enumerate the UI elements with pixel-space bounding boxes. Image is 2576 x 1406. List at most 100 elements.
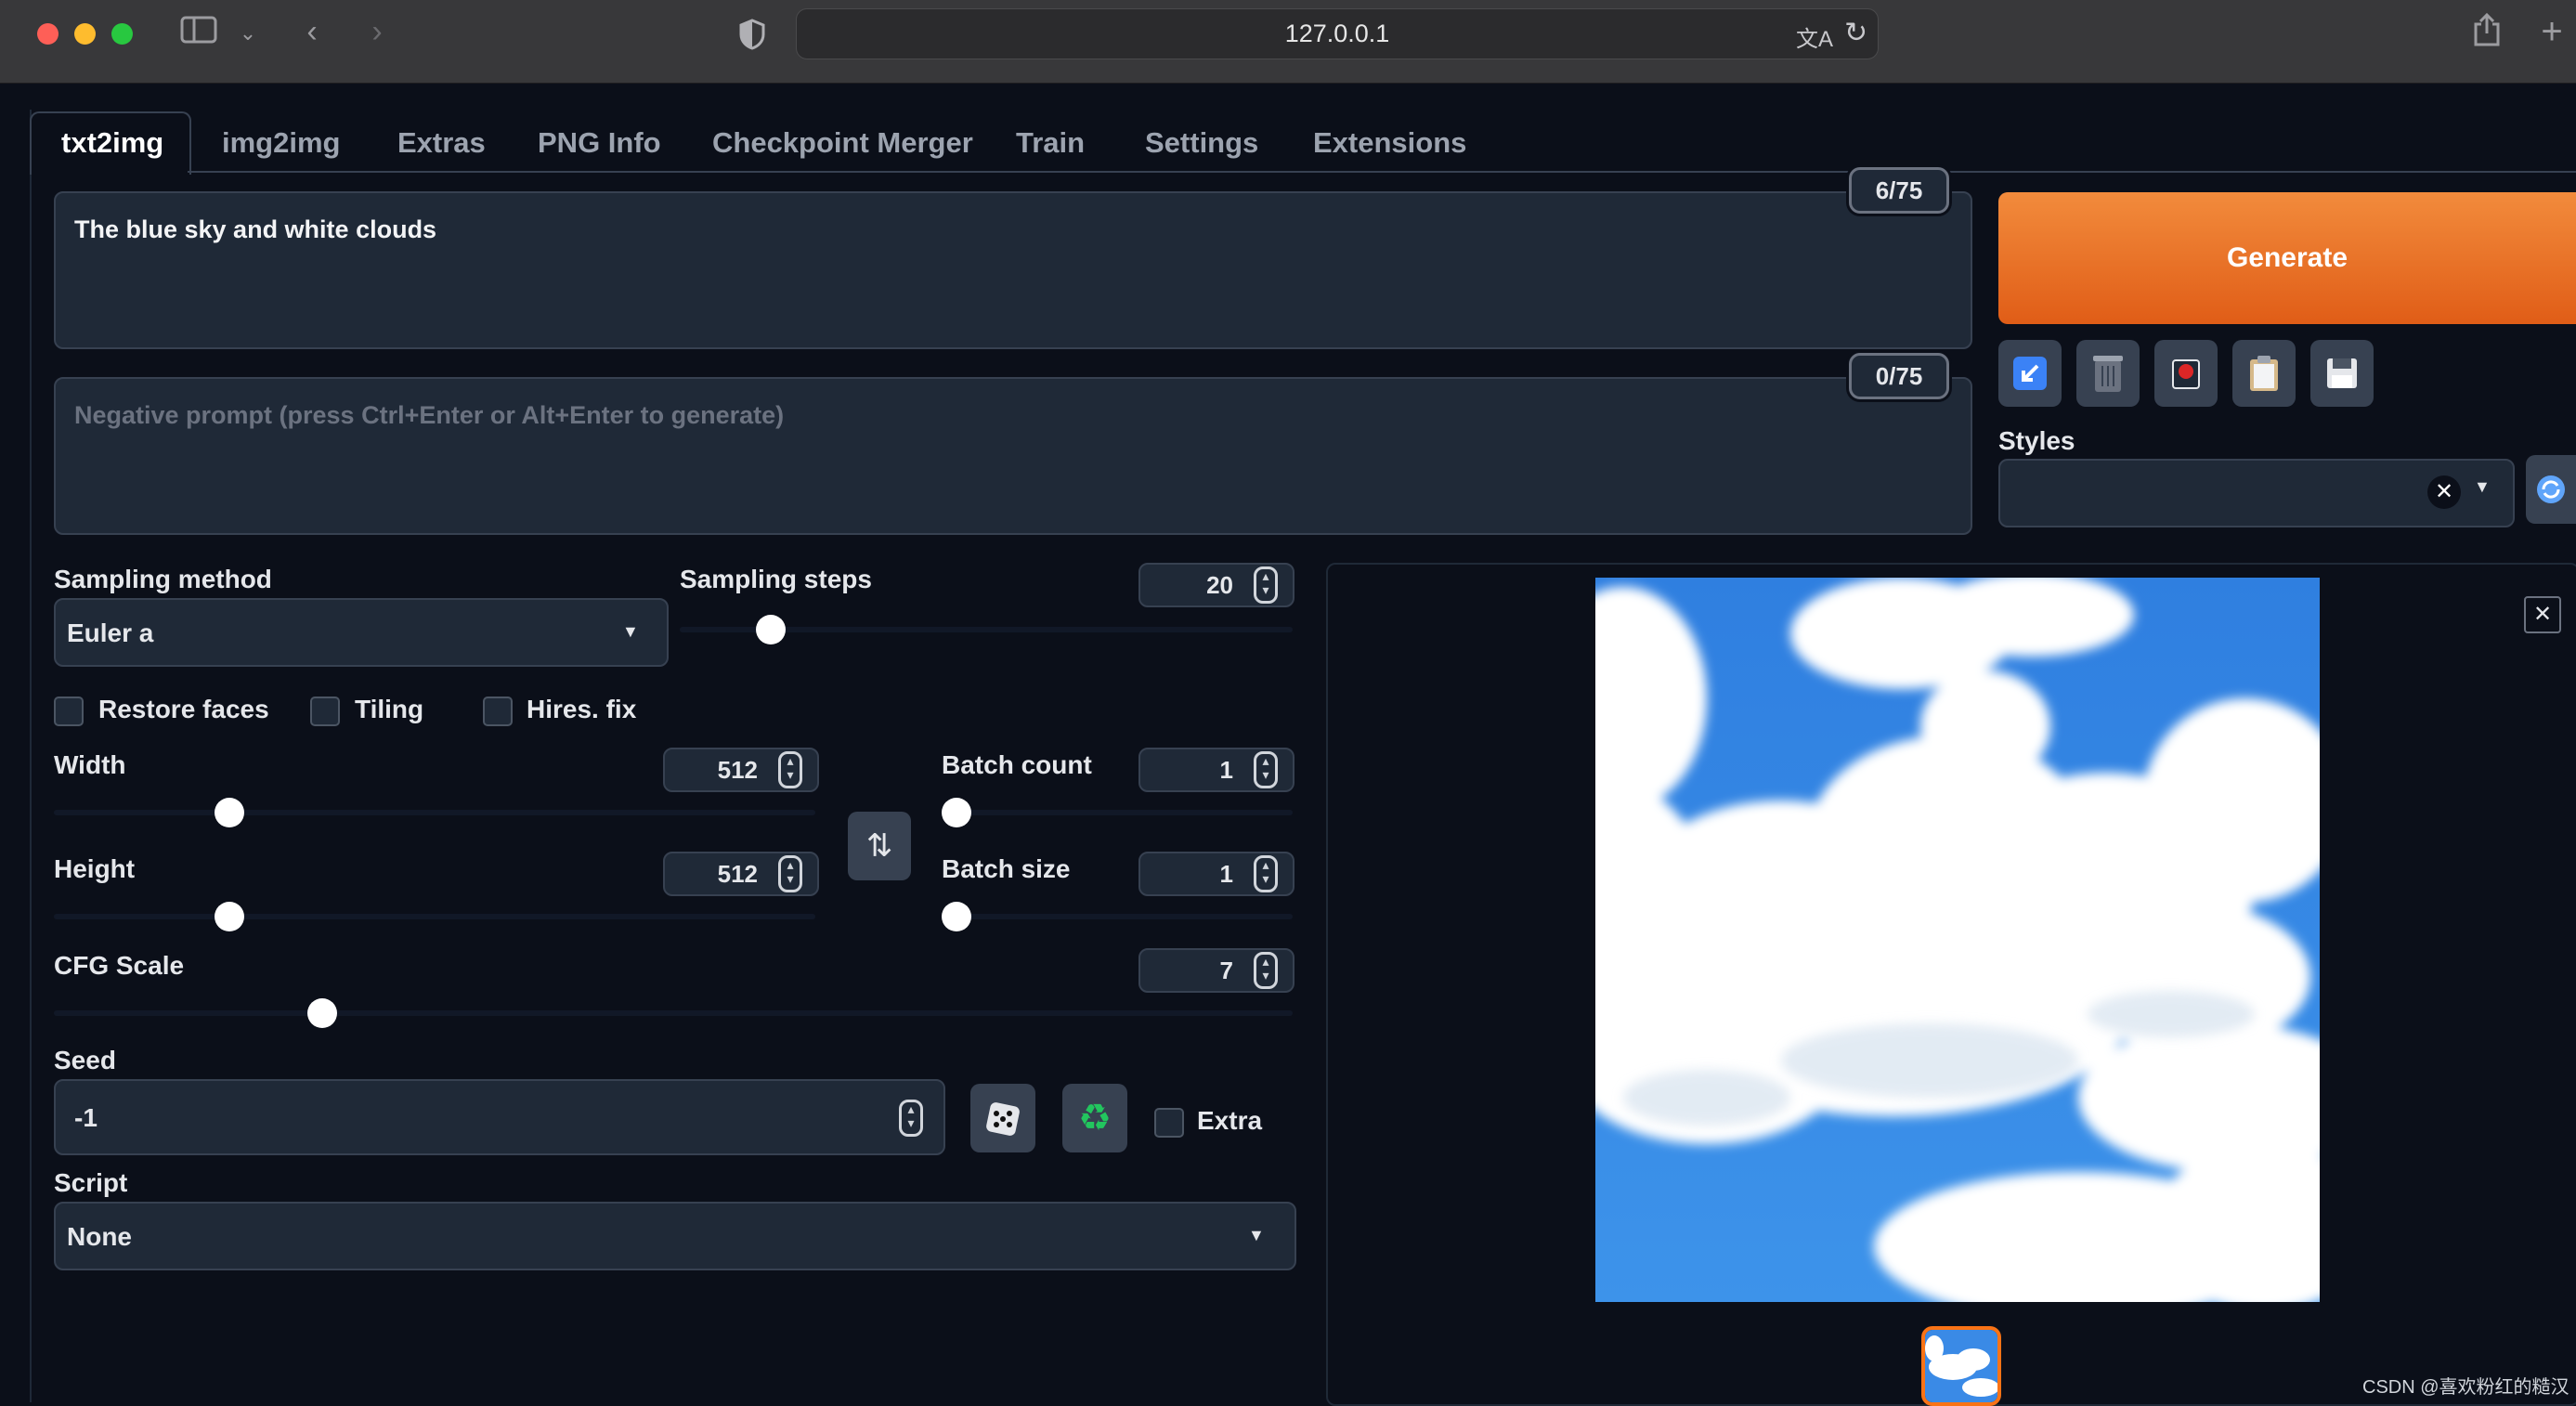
batch-size-value: 1 [1219, 860, 1233, 888]
prompt-token-counter: 6/75 [1849, 167, 1949, 214]
dice-icon [986, 1102, 1020, 1136]
sidebar-toggle-icon[interactable] [178, 15, 219, 53]
sampling-method-value: Euler a [67, 618, 154, 647]
stepper-icon[interactable]: ▴ ▾ [899, 1100, 923, 1137]
privacy-shield-icon[interactable] [738, 19, 766, 55]
watermark-text: CSDN @喜欢粉红的糙汉 [2362, 1377, 2569, 1398]
sampling-method-label: Sampling method [54, 565, 272, 593]
stepper-icon[interactable]: ▴ ▾ [1254, 952, 1278, 989]
cfg-scale-input[interactable]: 7 ▴ ▾ [1138, 948, 1295, 993]
refresh-styles-button[interactable] [2526, 455, 2576, 524]
chevron-down-icon[interactable]: ⌄ [234, 15, 262, 52]
slider-thumb[interactable] [942, 902, 971, 931]
slider-thumb[interactable] [755, 615, 786, 644]
red-photo-icon[interactable] [2154, 340, 2218, 407]
batch-count-input[interactable]: 1 ▴ ▾ [1138, 748, 1295, 792]
sampling-steps-input[interactable]: 20 ▴ ▾ [1138, 563, 1295, 607]
url-text: 127.0.0.1 [1284, 20, 1390, 47]
generate-button[interactable]: Generate [1998, 192, 2576, 324]
batch-size-input[interactable]: 1 ▴ ▾ [1138, 852, 1295, 896]
cfg-scale-slider[interactable] [54, 998, 1293, 1028]
chevron-down-icon: ▼ [622, 622, 639, 641]
negative-prompt-token-counter: 0/75 [1849, 353, 1949, 399]
hires-fix-checkbox[interactable] [483, 696, 513, 726]
chevron-down-icon: ▼ [2474, 477, 2491, 496]
batch-size-label: Batch size [942, 854, 1071, 883]
tab-png-info[interactable]: PNG Info [538, 115, 661, 171]
sampling-method-dropdown[interactable]: Euler a ▼ [54, 598, 669, 667]
reload-icon[interactable]: ↻ [1844, 17, 1867, 49]
tab-settings[interactable]: Settings [1145, 115, 1258, 171]
styles-dropdown[interactable]: ✕ ▼ [1998, 459, 2515, 527]
close-icon[interactable]: ✕ [2524, 596, 2561, 633]
width-value: 512 [717, 756, 758, 784]
gallery-thumbnail[interactable] [1921, 1326, 2001, 1406]
clipboard-icon[interactable] [2232, 340, 2296, 407]
trash-icon[interactable] [2076, 340, 2140, 407]
height-label: Height [54, 854, 136, 883]
negative-prompt-input[interactable]: Negative prompt (press Ctrl+Enter or Alt… [54, 377, 1972, 535]
new-tab-icon[interactable]: + [2535, 13, 2569, 50]
height-input[interactable]: 512 ▴ ▾ [663, 852, 819, 896]
clear-styles-icon[interactable]: ✕ [2427, 475, 2461, 509]
script-label: Script [54, 1168, 128, 1197]
reuse-seed-button[interactable]: ♻ [1062, 1084, 1127, 1152]
sampling-steps-value: 20 [1206, 571, 1233, 599]
tab-extras[interactable]: Extras [397, 115, 486, 171]
minimize-window-icon[interactable] [74, 23, 96, 45]
maximize-window-icon[interactable] [111, 23, 133, 45]
back-icon[interactable]: ‹ [295, 13, 329, 50]
share-icon[interactable] [2470, 11, 2504, 57]
tab-train[interactable]: Train [1016, 115, 1085, 171]
seed-input[interactable]: -1 ▴ ▾ [54, 1079, 945, 1155]
address-bar[interactable]: 127.0.0.1 文A ↻ [796, 8, 1879, 59]
styles-label: Styles [1998, 426, 2075, 455]
stepper-icon[interactable]: ▴ ▾ [778, 751, 802, 788]
swap-dimensions-button[interactable]: ⇅ [848, 812, 911, 880]
close-window-icon[interactable] [37, 23, 59, 45]
batch-count-value: 1 [1219, 756, 1233, 784]
batch-count-slider[interactable] [942, 798, 1293, 827]
batch-count-label: Batch count [942, 750, 1092, 779]
script-dropdown[interactable]: None ▼ [54, 1202, 1296, 1270]
width-slider[interactable] [54, 798, 815, 827]
slider-thumb[interactable] [942, 798, 971, 827]
arrow-icon[interactable] [1998, 340, 2062, 407]
tab-img2img[interactable]: img2img [222, 115, 340, 171]
seed-value: -1 [74, 1103, 98, 1132]
tab-underline [188, 171, 2576, 173]
cfg-scale-value: 7 [1219, 957, 1233, 984]
stepper-icon[interactable]: ▴ ▾ [1254, 566, 1278, 604]
hires-fix-label: Hires. fix [527, 695, 637, 723]
forward-icon[interactable]: › [360, 13, 394, 50]
batch-size-slider[interactable] [942, 902, 1293, 931]
prompt-input[interactable]: The blue sky and white clouds [54, 191, 1972, 349]
script-value: None [67, 1222, 132, 1251]
extra-checkbox[interactable] [1154, 1108, 1184, 1138]
translate-icon[interactable]: 文A [1796, 20, 1833, 53]
prompt-text: The blue sky and white clouds [74, 215, 437, 243]
tab-txt2img[interactable]: txt2img [61, 115, 163, 171]
random-seed-button[interactable] [970, 1084, 1035, 1152]
restore-faces-label: Restore faces [98, 695, 269, 723]
negative-prompt-placeholder: Negative prompt (press Ctrl+Enter or Alt… [74, 401, 785, 429]
generated-image[interactable] [1512, 573, 2375, 1321]
width-label: Width [54, 750, 126, 779]
stepper-icon[interactable]: ▴ ▾ [1254, 751, 1278, 788]
sampling-steps-slider[interactable] [680, 615, 1293, 644]
cfg-scale-label: CFG Scale [54, 951, 185, 980]
stepper-icon[interactable]: ▴ ▾ [1254, 855, 1278, 892]
stepper-icon[interactable]: ▴ ▾ [778, 855, 802, 892]
chevron-down-icon: ▼ [1248, 1226, 1265, 1244]
height-value: 512 [717, 860, 758, 888]
seed-label: Seed [54, 1046, 116, 1074]
tab-checkpoint-merger[interactable]: Checkpoint Merger [712, 115, 973, 171]
save-icon[interactable] [2310, 340, 2374, 407]
height-slider[interactable] [54, 902, 815, 931]
tab-extensions[interactable]: Extensions [1313, 115, 1466, 171]
tiling-label: Tiling [355, 695, 424, 723]
browser-toolbar: ⌄ ‹ › 127.0.0.1 文A ↻ + [0, 0, 2576, 84]
restore-faces-checkbox[interactable] [54, 696, 84, 726]
width-input[interactable]: 512 ▴ ▾ [663, 748, 819, 792]
tiling-checkbox[interactable] [310, 696, 340, 726]
